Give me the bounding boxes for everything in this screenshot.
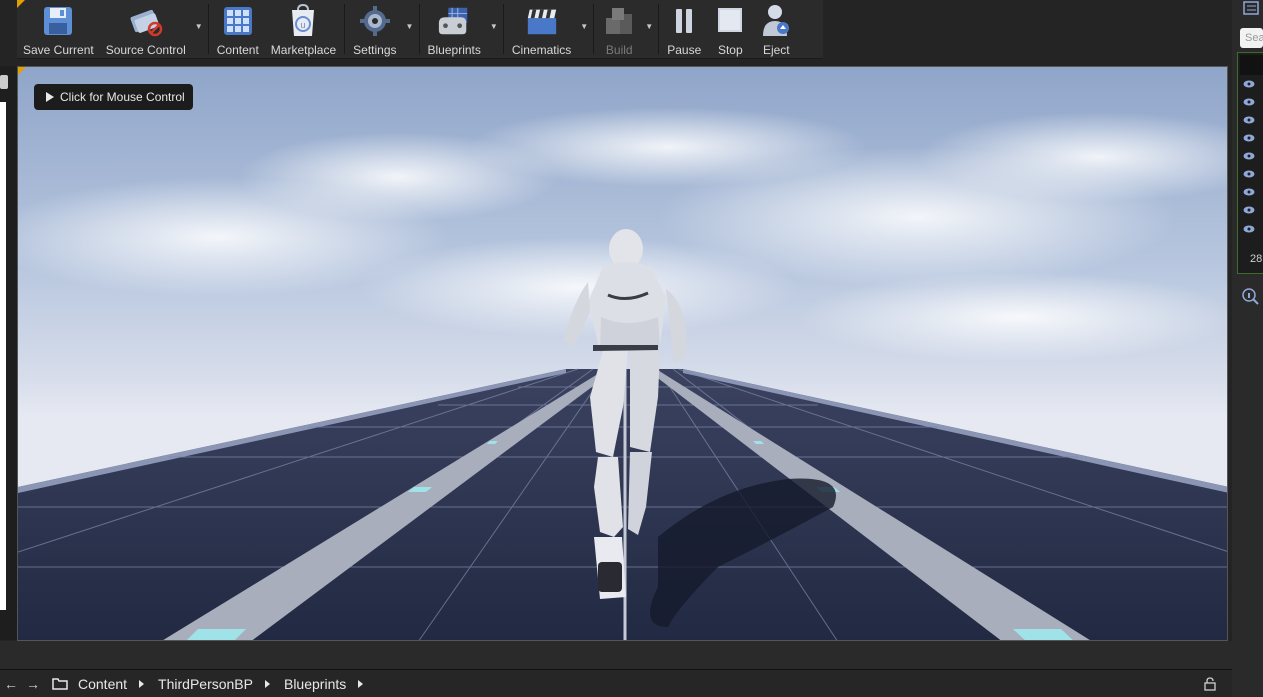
- blueprints-label: Blueprints: [427, 43, 481, 57]
- cinematics-button[interactable]: Cinematics: [506, 0, 577, 58]
- content-browser-header: [0, 641, 1232, 670]
- floor-platform: [18, 369, 1227, 640]
- breadcrumb-arrow-icon[interactable]: [139, 679, 145, 688]
- chevron-down-icon: ▼: [489, 22, 498, 31]
- visibility-eye-icon[interactable]: [1243, 152, 1255, 160]
- outliner-list-header: [1240, 55, 1263, 75]
- pause-icon: [667, 3, 701, 39]
- outliner-actor-count: 28: [1250, 253, 1263, 265]
- forward-arrow-icon[interactable]: →: [22, 676, 44, 692]
- settings-gear-icon: [358, 3, 392, 39]
- visibility-eye-icon[interactable]: [1243, 225, 1255, 233]
- breadcrumb-content[interactable]: Content: [78, 676, 127, 692]
- source-control-label: Source Control: [105, 43, 186, 57]
- content-browser-path-bar: ← → Content ThirdPersonBP Blueprints: [0, 670, 1232, 697]
- build-label: Build: [605, 43, 633, 57]
- toolbar-corner-marker: [17, 0, 25, 8]
- stop-button[interactable]: Stop: [707, 0, 753, 58]
- floppy-disk-icon: [41, 3, 75, 39]
- eject-person-icon: [759, 3, 793, 39]
- settings-label: Settings: [353, 43, 397, 57]
- blueprints-button[interactable]: Blueprints: [422, 0, 487, 58]
- play-arrow-icon: [46, 92, 54, 102]
- source-control-dropdown[interactable]: ▼: [192, 0, 206, 58]
- eject-label: Eject: [762, 43, 790, 57]
- marketplace-icon: u: [286, 3, 320, 39]
- svg-text:u: u: [301, 20, 306, 30]
- marketplace-label: Marketplace: [270, 43, 337, 57]
- chevron-down-icon: ▼: [580, 22, 589, 31]
- breadcrumb-blueprints[interactable]: Blueprints: [284, 676, 346, 692]
- visibility-eye-icon[interactable]: [1243, 206, 1255, 214]
- back-arrow-icon[interactable]: ←: [0, 676, 22, 692]
- chevron-down-icon: ▼: [194, 22, 203, 31]
- folder-icon[interactable]: [52, 677, 68, 690]
- content-label: Content: [216, 43, 259, 57]
- left-panel-edge: [0, 102, 6, 610]
- toolbar-separator: [207, 4, 209, 54]
- stop-label: Stop: [717, 43, 743, 57]
- pause-button[interactable]: Pause: [661, 0, 707, 58]
- toolbar-separator: [344, 4, 346, 54]
- visibility-eye-icon[interactable]: [1243, 170, 1255, 178]
- mouse-control-text: Click for Mouse Control: [60, 90, 185, 104]
- settings-button[interactable]: Settings: [347, 0, 402, 58]
- breadcrumb-arrow-icon[interactable]: [264, 679, 270, 688]
- save-current-label: Save Current: [23, 43, 94, 57]
- visibility-eye-icon[interactable]: [1243, 188, 1255, 196]
- breadcrumb-arrow-icon[interactable]: [358, 679, 364, 688]
- clapperboard-icon: [525, 3, 559, 39]
- source-control-button[interactable]: Source Control: [100, 0, 192, 58]
- eject-button[interactable]: Eject: [753, 0, 799, 58]
- visibility-eye-icon[interactable]: [1243, 80, 1255, 88]
- lock-icon[interactable]: [1204, 677, 1216, 691]
- chevron-down-icon: ▼: [645, 22, 654, 31]
- pause-label: Pause: [667, 43, 702, 57]
- cinematics-dropdown[interactable]: ▼: [577, 0, 591, 58]
- marketplace-button[interactable]: u Marketplace: [265, 0, 342, 58]
- mouse-control-hint[interactable]: Click for Mouse Control: [34, 84, 193, 110]
- visibility-eye-icon[interactable]: [1243, 116, 1255, 124]
- toolbar-separator: [418, 4, 420, 54]
- visibility-eye-icon[interactable]: [1243, 134, 1255, 142]
- breadcrumb-thirdpersonbp[interactable]: ThirdPersonBP: [158, 676, 253, 692]
- visibility-eye-icon[interactable]: [1243, 98, 1255, 106]
- outliner-list-icon[interactable]: [1242, 0, 1260, 16]
- blueprints-controller-icon: [437, 3, 471, 39]
- outliner-search-input[interactable]: Sea: [1240, 28, 1263, 48]
- game-scene: [18, 107, 1227, 640]
- blueprints-dropdown[interactable]: ▼: [487, 0, 501, 58]
- toolbar-separator: [502, 4, 504, 54]
- save-current-button[interactable]: Save Current: [17, 0, 100, 58]
- chevron-down-icon: ▼: [405, 22, 414, 31]
- build-button[interactable]: Build: [596, 0, 642, 58]
- build-blocks-icon: [602, 3, 636, 39]
- main-toolbar: Save Current Source Control ▼ Content u …: [17, 0, 823, 59]
- stop-icon: [713, 3, 747, 39]
- toolbar-separator: [593, 4, 595, 54]
- toolbar-separator: [658, 4, 660, 54]
- content-grid-icon: [221, 3, 255, 39]
- build-dropdown[interactable]: ▼: [642, 0, 656, 58]
- cinematics-label: Cinematics: [511, 43, 572, 57]
- viewport-corner-marker: [18, 67, 26, 75]
- details-info-icon[interactable]: [1240, 287, 1260, 305]
- level-viewport[interactable]: Click for Mouse Control: [17, 66, 1228, 641]
- panel-tab-icon[interactable]: [0, 75, 8, 89]
- settings-dropdown[interactable]: ▼: [403, 0, 417, 58]
- source-control-icon: [129, 3, 163, 39]
- content-button[interactable]: Content: [211, 0, 265, 58]
